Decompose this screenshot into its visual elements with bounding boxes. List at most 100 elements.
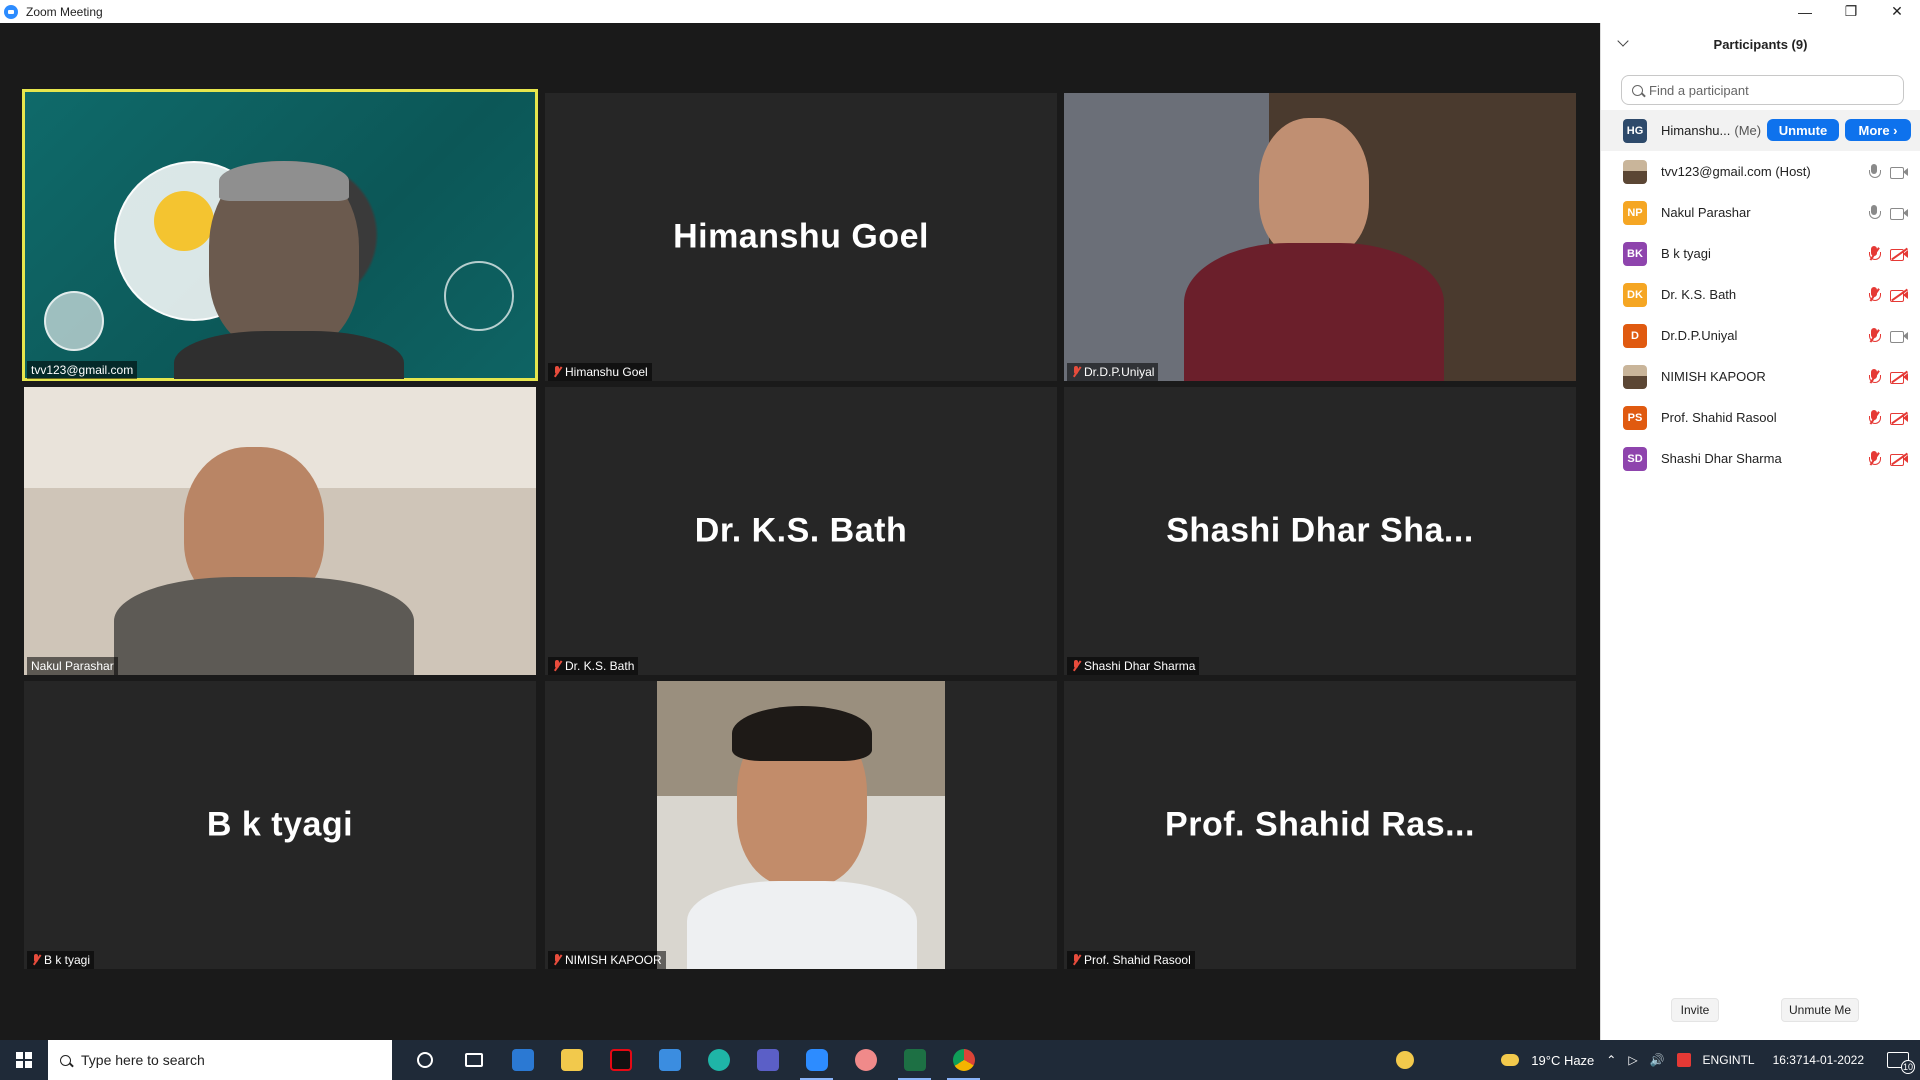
participant-name: tvv123@gmail.com (Host): [1661, 164, 1811, 179]
video-tile-shashi-dhar-sharma[interactable]: Shashi Dhar Sha... Shashi Dhar Sharma: [1064, 387, 1576, 675]
video-tile-label: Himanshu Goel: [548, 363, 652, 381]
wifi-icon[interactable]: ▷: [1622, 1040, 1643, 1080]
participant-row[interactable]: SD Shashi Dhar Sharma: [1601, 438, 1920, 479]
mic-muted-icon: [31, 954, 41, 966]
participant-search[interactable]: [1621, 75, 1904, 105]
avatar: NP: [1623, 200, 1647, 225]
participant-row[interactable]: DK Dr. K.S. Bath: [1601, 274, 1920, 315]
panel-footer: Invite Unmute Me: [1601, 998, 1920, 1024]
participant-name: Dr.D.P.Uniyal: [1661, 328, 1738, 343]
video-off-icon: [1890, 288, 1908, 302]
teams-icon[interactable]: [743, 1040, 792, 1080]
participant-name: B k tyagi: [44, 953, 91, 967]
language-indicator[interactable]: ENG INTL: [1697, 1040, 1761, 1080]
netflix-icon[interactable]: [596, 1040, 645, 1080]
video-off-icon: [1890, 452, 1908, 466]
taskbar-search[interactable]: [48, 1040, 392, 1080]
participant-row[interactable]: D Dr.D.P.Uniyal: [1601, 315, 1920, 356]
help-icon[interactable]: [1385, 1040, 1425, 1080]
mic-muted-icon: [1868, 369, 1881, 384]
participant-name: Nakul Parashar: [31, 659, 114, 673]
participant-row[interactable]: HG Himanshu... (Me) Unmute More ›: [1601, 110, 1920, 151]
weather-text[interactable]: 19°C Haze: [1525, 1040, 1600, 1080]
video-tile-label: NIMISH KAPOOR: [548, 951, 666, 969]
video-tile-nakul-parashar[interactable]: Nakul Parashar: [24, 387, 536, 675]
unmute-me-button[interactable]: Unmute Me: [1781, 998, 1859, 1022]
participant-name: NIMISH KAPOOR: [1661, 369, 1766, 384]
clock[interactable]: 16:37 14-01-2022: [1761, 1040, 1876, 1080]
window-controls: — ❐ ✕: [1782, 0, 1920, 23]
excel-icon[interactable]: [890, 1040, 939, 1080]
zoom-app-icon: [4, 4, 18, 19]
unmute-button[interactable]: Unmute: [1767, 119, 1839, 141]
video-tile-dp-uniyal[interactable]: Dr.D.P.Uniyal: [1064, 93, 1576, 381]
video-tile-himanshu-goel[interactable]: Himanshu Goel Himanshu Goel: [545, 93, 1057, 381]
start-button[interactable]: [0, 1040, 48, 1080]
mail-icon[interactable]: [645, 1040, 694, 1080]
participant-name: Himanshu... (Me): [1661, 123, 1762, 138]
cortana-icon[interactable]: [400, 1040, 449, 1080]
participant-name: Prof. Shahid Rasool: [1084, 953, 1191, 967]
search-icon: [60, 1054, 71, 1066]
participant-row[interactable]: NP Nakul Parashar: [1601, 192, 1920, 233]
minimize-icon[interactable]: —: [1782, 0, 1828, 23]
avatar: DK: [1623, 282, 1647, 307]
participant-name: Shashi Dhar Sharma: [1661, 451, 1782, 466]
avatar: HG: [1623, 118, 1647, 143]
participant-name: Dr. K.S. Bath: [1661, 287, 1737, 302]
windows-icon: [16, 1052, 32, 1068]
participant-name: B k tyagi: [1661, 246, 1711, 261]
participant-row[interactable]: NIMISH KAPOOR: [1601, 356, 1920, 397]
file-explorer-icon[interactable]: [547, 1040, 596, 1080]
zoom-icon[interactable]: [792, 1040, 841, 1080]
weather-icon[interactable]: [1495, 1040, 1525, 1080]
invite-button[interactable]: Invite: [1671, 998, 1719, 1022]
participant-row[interactable]: tvv123@gmail.com (Host): [1601, 151, 1920, 192]
avatar: PS: [1623, 405, 1647, 430]
mic-muted-icon: [552, 954, 562, 966]
participant-search-input[interactable]: [1649, 82, 1889, 98]
more-button[interactable]: More ›: [1845, 119, 1911, 141]
participant-display-name: Prof. Shahid Ras...: [1165, 805, 1475, 844]
video-tile-label: Dr. K.S. Bath: [548, 657, 639, 675]
participant-row[interactable]: PS Prof. Shahid Rasool: [1601, 397, 1920, 438]
paint-icon[interactable]: [841, 1040, 890, 1080]
mic-muted-icon: [1868, 328, 1881, 343]
edge-icon[interactable]: [694, 1040, 743, 1080]
notification-count: 10: [1901, 1060, 1915, 1074]
notification-center-icon[interactable]: 10: [1876, 1040, 1920, 1080]
video-tile-label: tvv123@gmail.com: [27, 361, 138, 379]
participant-name: Dr.D.P.Uniyal: [1084, 365, 1155, 379]
participant-row[interactable]: BK B k tyagi: [1601, 233, 1920, 274]
mic-muted-icon: [1868, 287, 1881, 302]
clock-time: 16:37: [1772, 1053, 1803, 1067]
window-titlebar: Zoom Meeting — ❐ ✕: [0, 0, 1920, 23]
video-off-icon: [1890, 411, 1908, 425]
video-tile-nimish-kapoor[interactable]: NIMISH KAPOOR: [545, 681, 1057, 969]
mic-muted-icon: [552, 366, 562, 378]
antivirus-icon[interactable]: [1671, 1040, 1697, 1080]
video-camera-icon: [1890, 330, 1908, 343]
video-tile-ks-bath[interactable]: Dr. K.S. Bath Dr. K.S. Bath: [545, 387, 1057, 675]
avatar: BK: [1623, 241, 1647, 266]
avatar: SD: [1623, 446, 1647, 471]
language-code: ENG: [1702, 1053, 1729, 1067]
task-view-icon[interactable]: [449, 1040, 498, 1080]
video-tile-host[interactable]: tvv123@gmail.com: [22, 89, 538, 381]
mic-icon: [1868, 164, 1881, 179]
panel-title: Participants (9): [1713, 36, 1808, 52]
close-icon[interactable]: ✕: [1874, 0, 1920, 23]
taskbar-search-input[interactable]: [81, 1052, 361, 1068]
store-icon[interactable]: [498, 1040, 547, 1080]
video-tile-bk-tyagi[interactable]: B k tyagi B k tyagi: [24, 681, 536, 969]
video-tile-shahid-rasool[interactable]: Prof. Shahid Ras... Prof. Shahid Rasool: [1064, 681, 1576, 969]
chevron-down-icon[interactable]: [1617, 35, 1629, 47]
restore-icon[interactable]: ❐: [1828, 0, 1874, 23]
chrome-icon[interactable]: [939, 1040, 988, 1080]
video-off-icon: [1890, 370, 1908, 384]
chevron-up-icon[interactable]: ⌃: [1600, 1040, 1622, 1080]
participant-display-name: B k tyagi: [206, 805, 354, 844]
volume-icon[interactable]: 🔊: [1644, 1040, 1671, 1080]
mic-icon: [1868, 205, 1881, 220]
mic-muted-icon: [552, 660, 562, 672]
